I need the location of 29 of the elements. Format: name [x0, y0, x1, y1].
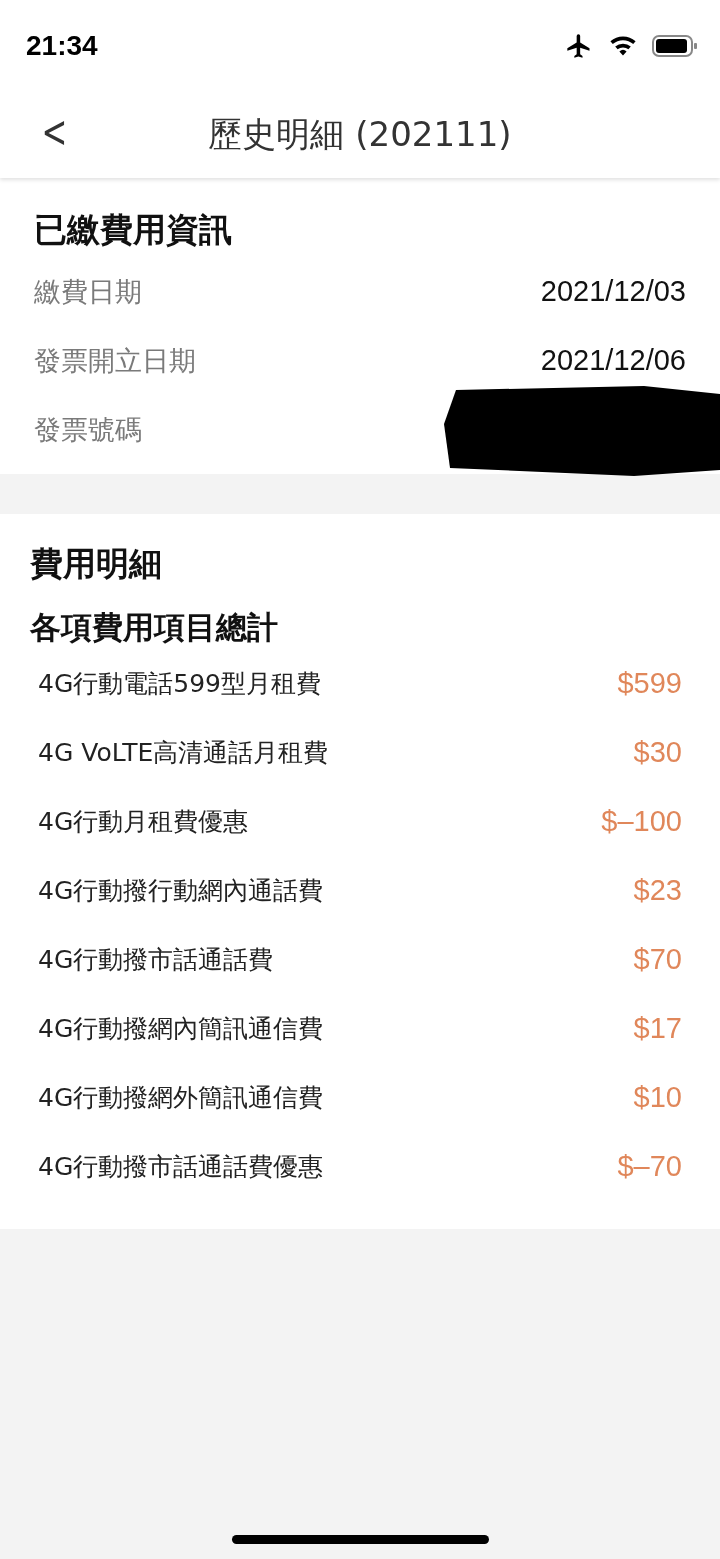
- fee-amount: $30: [633, 736, 682, 769]
- fee-amount: $70: [633, 943, 682, 976]
- info-label: 繳費日期: [34, 274, 142, 309]
- info-label: 發票號碼: [34, 412, 142, 447]
- fee-name: 4G行動電話599型月租費: [38, 668, 321, 700]
- battery-icon: [652, 34, 698, 58]
- fee-name: 4G行動月租費優惠: [38, 806, 249, 838]
- wifi-icon: [608, 34, 638, 58]
- back-button[interactable]: <: [35, 106, 73, 157]
- fee-name: 4G行動撥網內簡訊通信費: [38, 1013, 324, 1045]
- info-value: 2021/12/03: [540, 275, 686, 308]
- fee-amount: $10: [633, 1081, 682, 1114]
- fee-amount: $17: [633, 1012, 682, 1045]
- status-time: 21:34: [26, 30, 98, 62]
- fee-amount: $23: [633, 874, 682, 907]
- fee-name: 4G行動撥市話通話費優惠: [38, 1151, 324, 1183]
- fee-name: 4G行動撥市話通話費: [38, 944, 274, 976]
- fee-amount: $–100: [601, 805, 682, 838]
- fee-name: 4G行動撥行動網內通話費: [38, 875, 324, 907]
- fee-name: 4G行動撥網外簡訊通信費: [38, 1082, 324, 1114]
- fee-amount: $–70: [617, 1150, 682, 1183]
- section-title: 已繳費用資訊: [34, 209, 233, 251]
- section-title: 費用明細: [30, 543, 163, 585]
- fee-amount: $599: [617, 667, 682, 700]
- section-subtitle: 各項費用項目總計: [30, 608, 279, 647]
- fee-name: 4G VoLTE高清通話月租費: [38, 737, 329, 769]
- page-title: 歷史明細 (202111): [208, 113, 512, 156]
- info-value: 2021/12/06: [540, 344, 686, 377]
- info-label: 發票開立日期: [34, 343, 196, 378]
